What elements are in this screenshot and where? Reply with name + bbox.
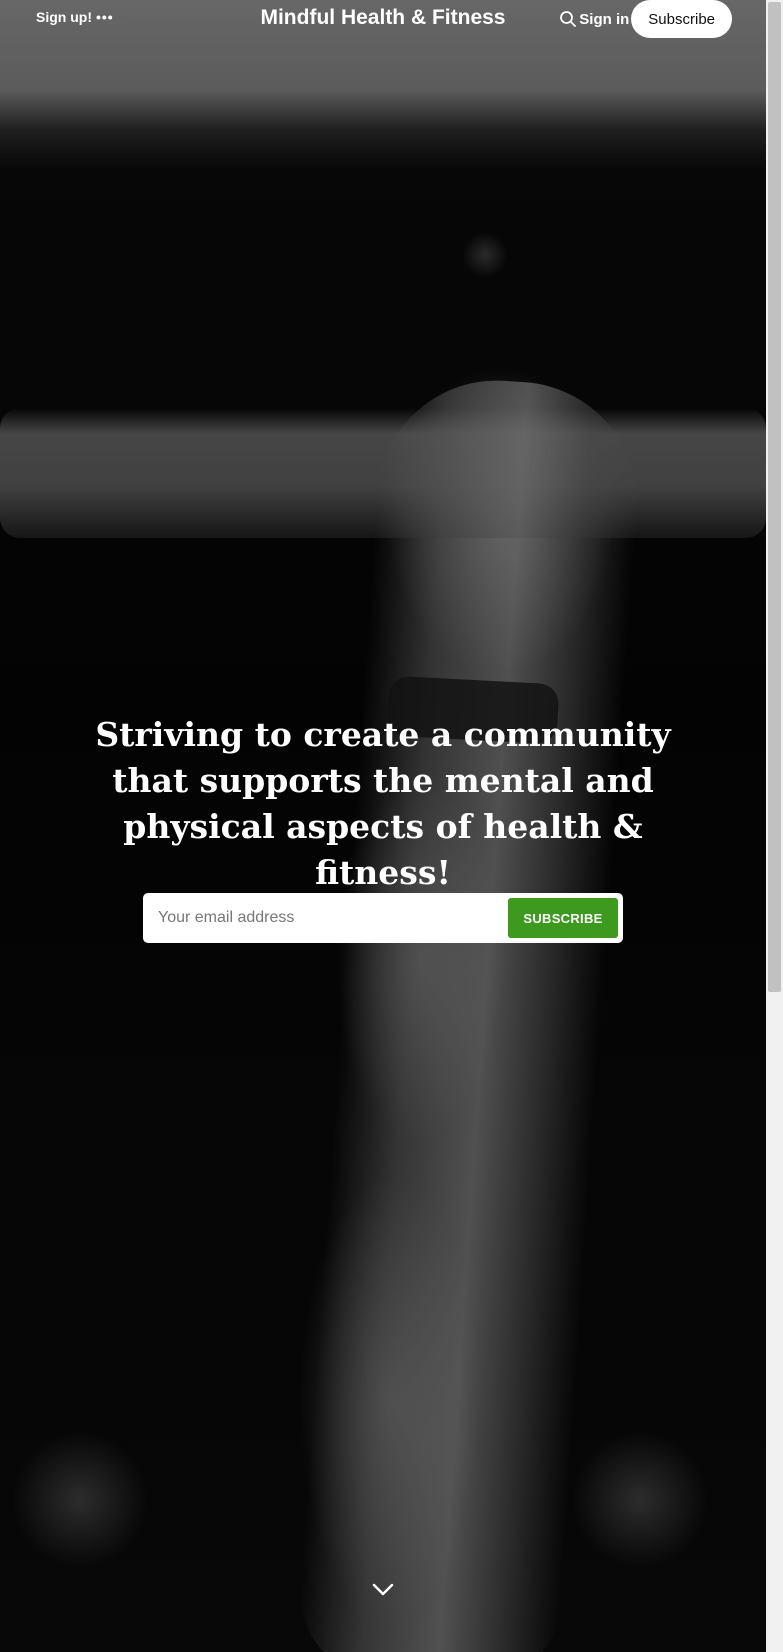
email-signup-form: SUBSCRIBE — [143, 893, 623, 943]
scroll-down-button[interactable] — [370, 1580, 396, 1600]
chevron-down-icon — [372, 1583, 394, 1596]
more-dots-icon[interactable]: ••• — [96, 9, 114, 25]
email-field[interactable] — [143, 898, 508, 938]
scrollbar[interactable] — [766, 0, 783, 1652]
nav-left: Sign up! ••• — [36, 9, 114, 25]
site-header: Sign up! ••• Mindful Health & Fitness Si… — [0, 0, 766, 38]
search-icon — [560, 11, 577, 27]
scrollbar-thumb[interactable] — [768, 2, 781, 992]
search-button[interactable] — [559, 10, 577, 28]
site-title[interactable]: Mindful Health & Fitness — [260, 6, 505, 29]
hero-headline: Striving to create a community that supp… — [95, 715, 671, 892]
page: Sign up! ••• Mindful Health & Fitness Si… — [0, 0, 766, 1652]
signup-link[interactable]: Sign up! — [36, 9, 92, 25]
subscribe-submit-button[interactable]: SUBSCRIBE — [508, 898, 618, 938]
signin-link[interactable]: Sign in — [579, 11, 629, 28]
subscribe-button[interactable]: Subscribe — [631, 0, 732, 38]
nav-right: Sign in Subscribe — [559, 0, 732, 38]
